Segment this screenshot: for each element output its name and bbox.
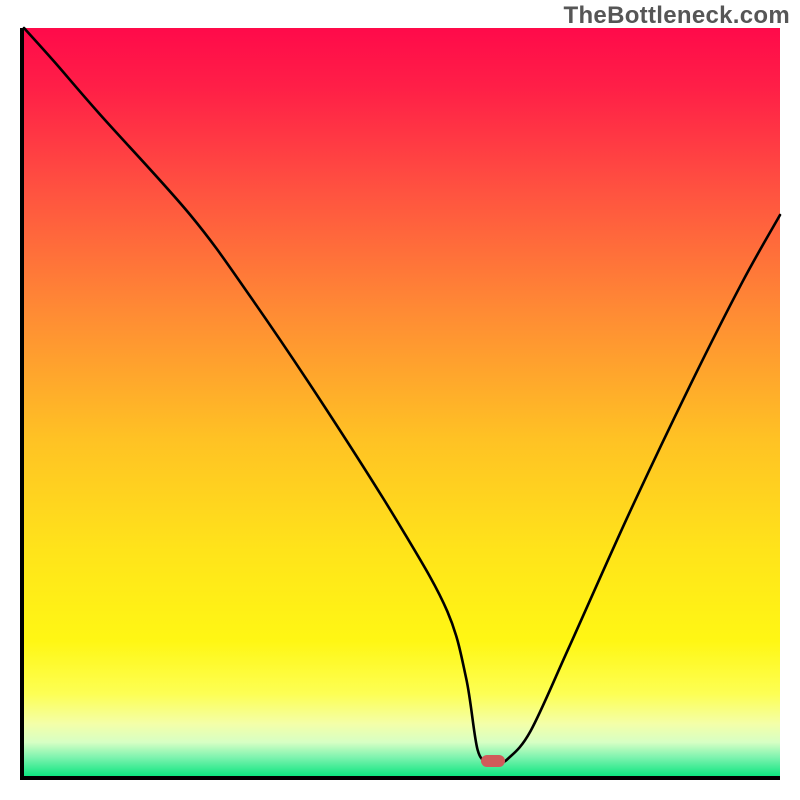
watermark-text: TheBottleneck.com: [564, 2, 790, 30]
bottleneck-curve: [24, 28, 780, 776]
plot-area: [20, 28, 780, 780]
optimal-point-marker: [481, 755, 505, 767]
chart-frame: TheBottleneck.com: [0, 0, 800, 800]
